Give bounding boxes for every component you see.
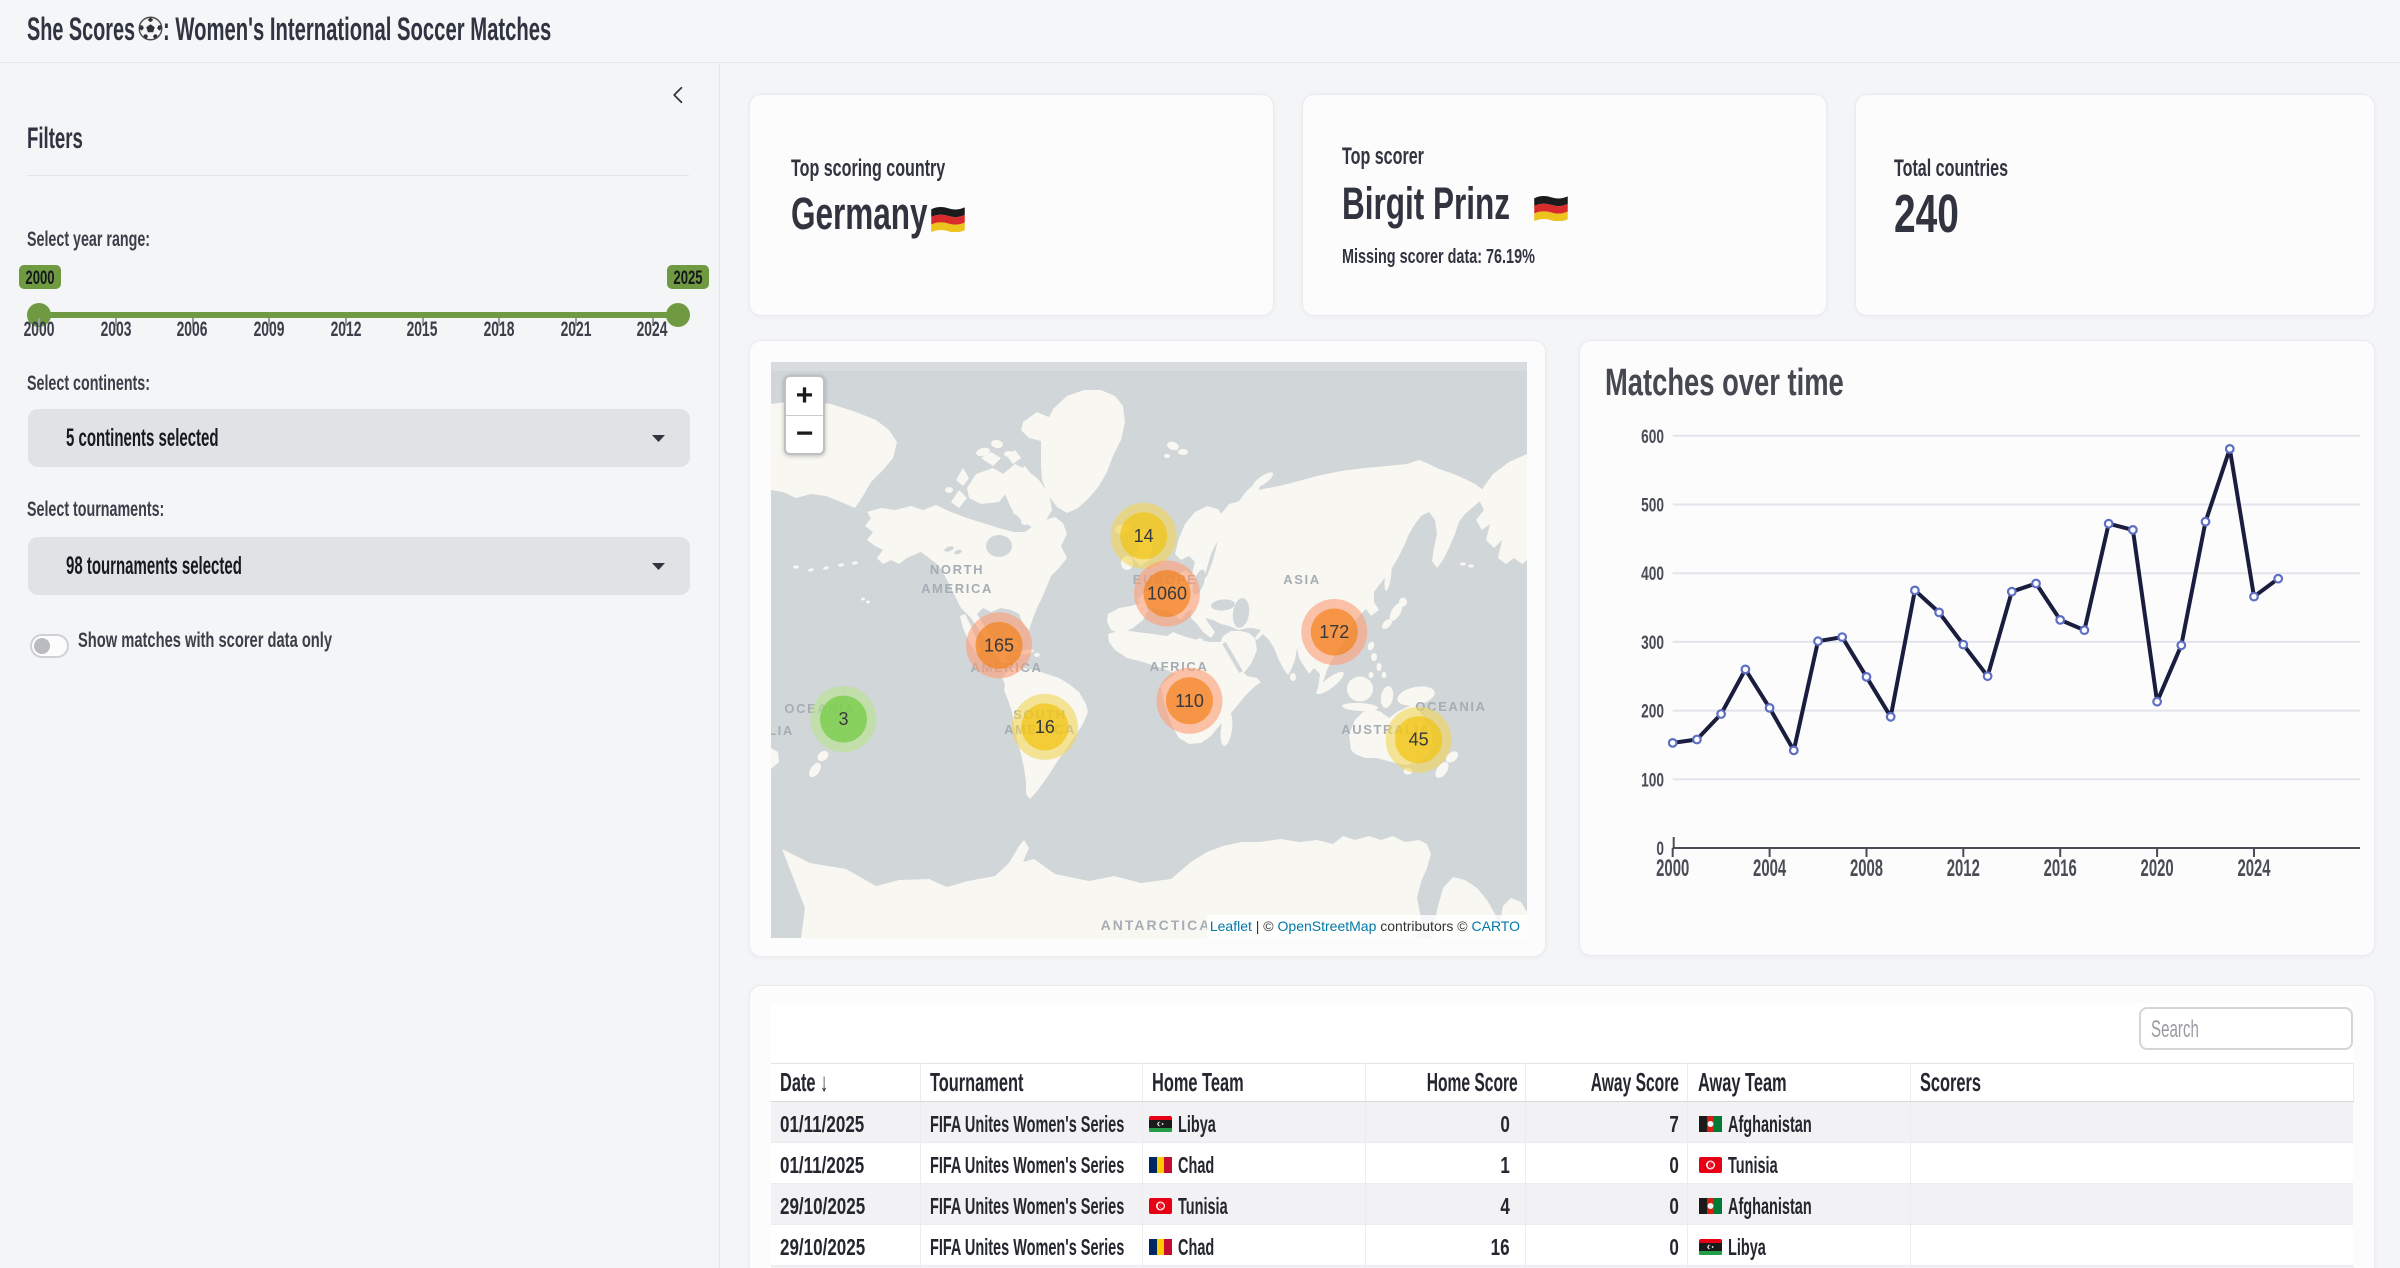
svg-text:172: 172 bbox=[1319, 622, 1349, 642]
svg-text:2016: 2016 bbox=[2044, 856, 2077, 882]
svg-text:ANTARCTICA: ANTARCTICA bbox=[1101, 917, 1212, 933]
svg-text:2004: 2004 bbox=[1753, 856, 1786, 882]
svg-text:LIA: LIA bbox=[771, 723, 794, 738]
svg-text:ASIA: ASIA bbox=[1283, 572, 1320, 587]
svg-text:2000: 2000 bbox=[1656, 856, 1689, 882]
svg-text:110: 110 bbox=[1175, 691, 1204, 711]
svg-text:3: 3 bbox=[838, 709, 848, 729]
svg-text:16: 16 bbox=[1035, 717, 1055, 737]
svg-text:200: 200 bbox=[1641, 700, 1664, 722]
svg-text:165: 165 bbox=[984, 635, 1014, 655]
svg-text:2012: 2012 bbox=[1947, 856, 1980, 882]
svg-text:500: 500 bbox=[1641, 494, 1664, 516]
svg-text:100: 100 bbox=[1641, 769, 1664, 791]
svg-text:NORTH: NORTH bbox=[930, 562, 984, 577]
svg-text:14: 14 bbox=[1134, 526, 1154, 546]
svg-text:2008: 2008 bbox=[1850, 856, 1883, 882]
svg-text:300: 300 bbox=[1641, 632, 1664, 654]
svg-text:2020: 2020 bbox=[2141, 856, 2174, 882]
svg-text:1060: 1060 bbox=[1147, 584, 1187, 604]
svg-text:45: 45 bbox=[1409, 730, 1429, 750]
svg-text:2024: 2024 bbox=[2237, 856, 2270, 882]
svg-text:AMERICA: AMERICA bbox=[921, 581, 993, 596]
svg-text:400: 400 bbox=[1641, 563, 1664, 585]
svg-text:600: 600 bbox=[1641, 426, 1664, 448]
